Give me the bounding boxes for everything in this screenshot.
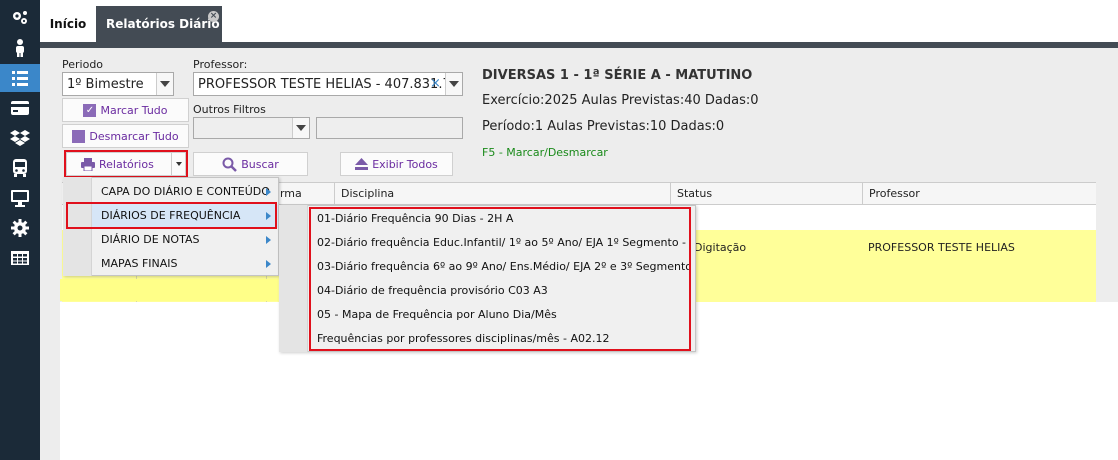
buscar-label: Buscar <box>241 157 279 171</box>
periodo-label: Periodo <box>62 58 104 71</box>
clear-icon[interactable]: × <box>427 74 444 94</box>
dropbox-icon[interactable] <box>0 124 40 152</box>
submenu-icon-strip <box>279 205 308 352</box>
table-row-lower <box>60 279 278 301</box>
cogs-icon[interactable] <box>0 4 40 32</box>
column-header-status[interactable]: Status <box>670 183 862 204</box>
tab-relatorios-diario[interactable]: Relatórios Diário × <box>96 6 222 42</box>
desmarcar-tudo-button[interactable]: Desmarcar Tudo <box>62 124 189 148</box>
bus-icon[interactable] <box>0 154 40 182</box>
chevron-right-icon <box>266 188 271 196</box>
chevron-right-icon <box>266 260 271 268</box>
buscar-button[interactable]: Buscar <box>193 152 308 176</box>
column-header-professor[interactable]: Professor <box>862 183 1096 204</box>
exibir-todos-label: Exibir Todos <box>372 157 438 171</box>
submenu-highlight <box>309 207 691 351</box>
checkbox-checked-icon: ✓ <box>83 103 97 117</box>
shortcut-hint: F5 - Marcar/Desmarcar <box>482 146 608 159</box>
checkbox-empty-icon <box>72 129 86 143</box>
relatorios-highlight <box>64 150 188 178</box>
menu-item-mapas-finais[interactable]: MAPAS FINAIS <box>92 252 278 276</box>
search-icon <box>222 157 238 172</box>
periodo-value: 1º Bimestre <box>67 77 144 92</box>
chevron-down-icon[interactable] <box>292 118 309 138</box>
exercicio-info: Exercício:2025 Aulas Previstas:40 Dadas:… <box>482 93 759 108</box>
marcar-tudo-label: Marcar Tudo <box>100 103 168 117</box>
desmarcar-tudo-label: Desmarcar Tudo <box>89 129 179 143</box>
column-header-disciplina[interactable]: Disciplina <box>334 183 670 204</box>
menu-item-label: MAPAS FINAIS <box>101 257 178 270</box>
professor-cell: PROFESSOR TESTE HELIAS <box>868 241 1015 254</box>
exibir-todos-button[interactable]: Exibir Todos <box>340 152 453 176</box>
professor-label: Professor: <box>193 58 248 71</box>
tab-label: Relatórios Diário <box>106 17 220 31</box>
chevron-down-icon[interactable] <box>445 73 462 95</box>
marcar-tudo-button[interactable]: ✓ Marcar Tudo <box>62 98 189 122</box>
sidebar <box>0 0 40 460</box>
professor-value: PROFESSOR TESTE HELIAS - 407.831.7 <box>198 77 451 92</box>
class-title: DIVERSAS 1 - 1ª SÉRIE A - MATUTINO <box>482 68 753 83</box>
menu-item-diario-notas[interactable]: DIÁRIO DE NOTAS <box>92 228 278 252</box>
menu-item-capa[interactable]: CAPA DO DIÁRIO E CONTEÚDO <box>92 180 278 204</box>
outros-filtros-label: Outros Filtros <box>193 103 266 116</box>
gear-icon[interactable] <box>0 214 40 242</box>
monitor-icon[interactable] <box>0 184 40 212</box>
tab-inicio[interactable]: Início <box>40 6 96 42</box>
user-icon[interactable] <box>0 34 40 62</box>
outros-filtros-input[interactable] <box>316 117 463 139</box>
professor-select[interactable]: PROFESSOR TESTE HELIAS - 407.831.7 <box>193 72 463 96</box>
credit-card-icon[interactable] <box>0 94 40 122</box>
eject-icon <box>355 158 369 170</box>
diarios-frequencia-highlight <box>66 202 277 229</box>
table-icon[interactable] <box>0 244 40 272</box>
chevron-right-icon <box>266 236 271 244</box>
list-icon[interactable] <box>0 64 40 92</box>
close-icon[interactable]: × <box>208 11 219 22</box>
periodo-info: Período:1 Aulas Previstas:10 Dadas:0 <box>482 119 725 134</box>
status-cell: Digitação <box>694 241 747 254</box>
menu-item-label: DIÁRIO DE NOTAS <box>101 233 200 246</box>
menu-item-label: CAPA DO DIÁRIO E CONTEÚDO <box>101 185 270 198</box>
chevron-down-icon[interactable] <box>156 73 173 95</box>
